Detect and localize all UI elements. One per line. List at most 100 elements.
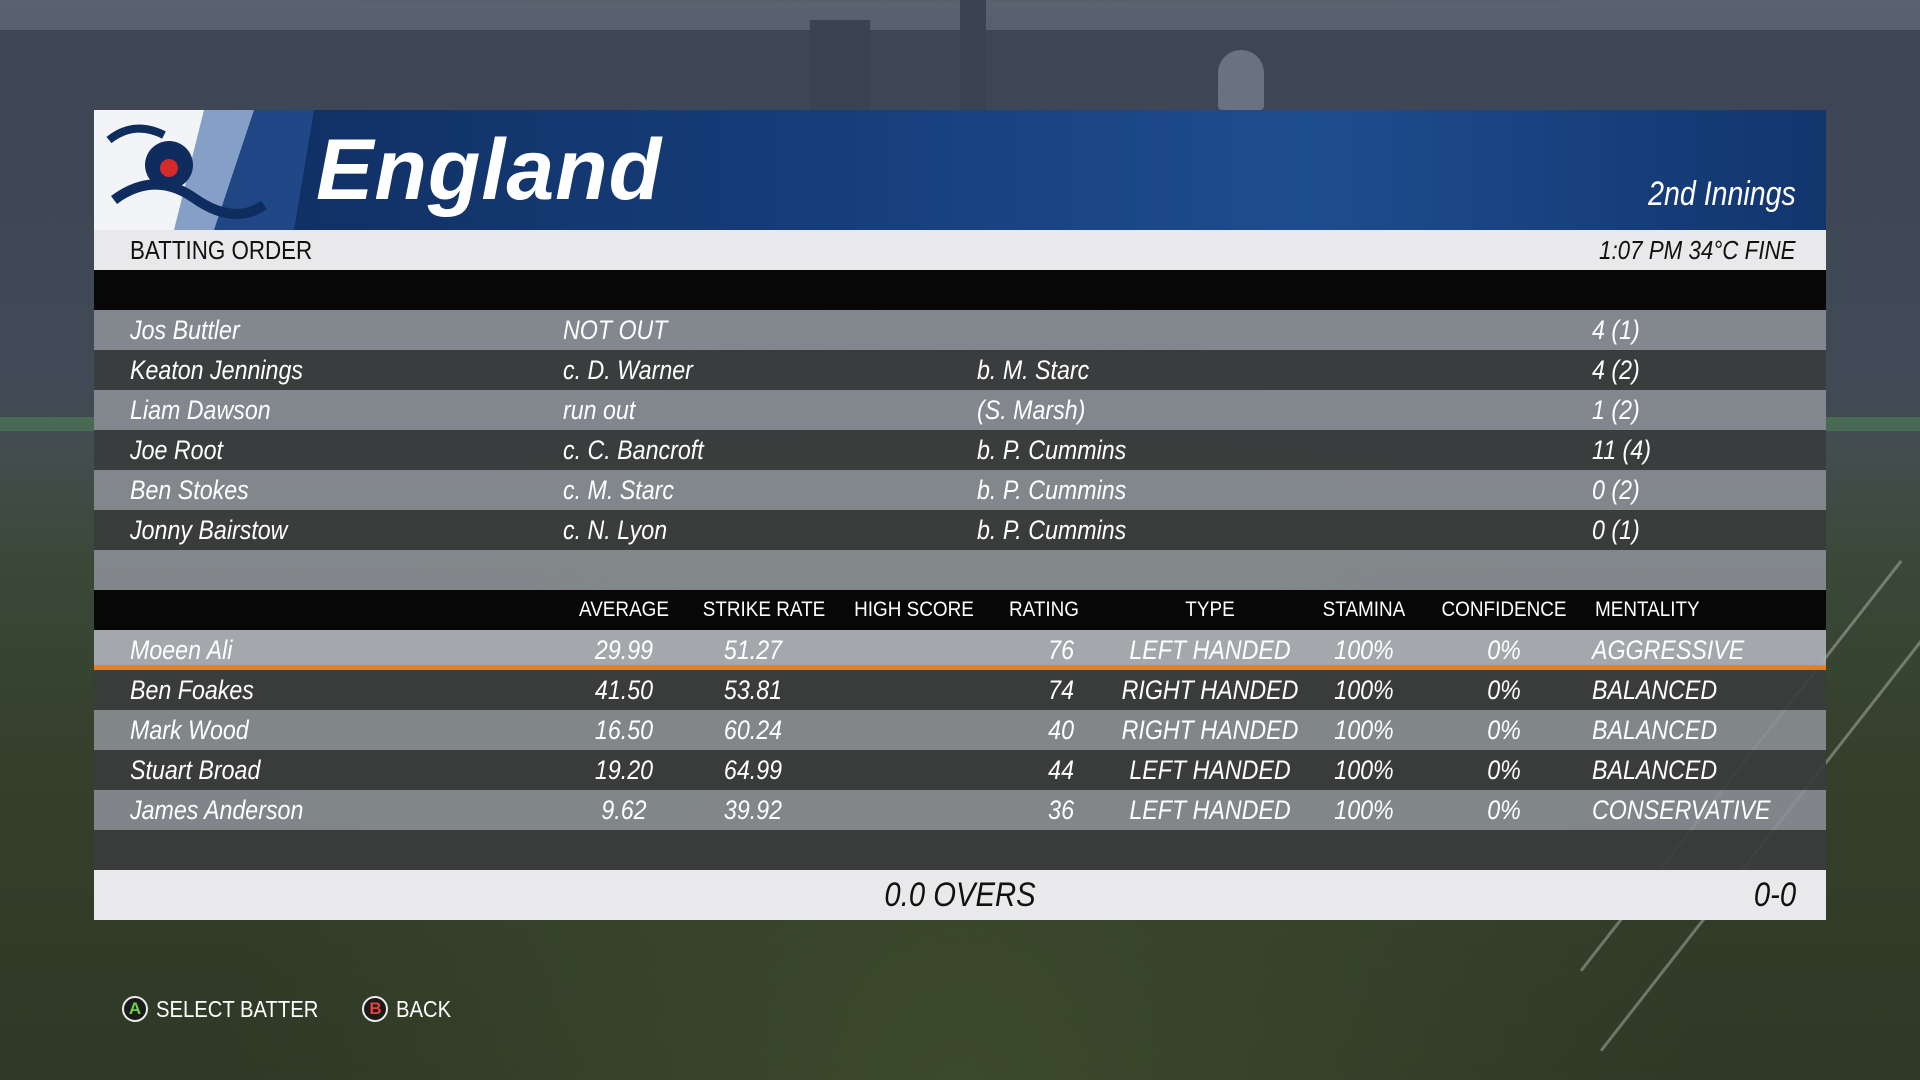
dismissal: NOT OUT	[563, 315, 668, 345]
dismissal: c. C. Bancroft	[563, 435, 704, 465]
background-tower	[960, 0, 986, 110]
batter-average: 9.62	[601, 795, 647, 825]
three-lions-crest-icon	[94, 110, 314, 230]
a-button-icon: A	[122, 996, 148, 1022]
team-header: England 2nd Innings	[94, 110, 1826, 230]
batter-mentality: AGGRESSIVE	[1592, 635, 1745, 665]
back-button[interactable]: B BACK	[362, 996, 459, 1023]
col-strike-rate: STRIKE RATE	[702, 598, 826, 621]
section-title: BATTING ORDER	[130, 235, 313, 265]
batted-row: Ben Stokes c. M. Starc b. P. Cummins 0 (…	[94, 470, 1826, 510]
dismissal: c. D. Warner	[563, 355, 693, 385]
col-average: AVERAGE	[579, 598, 669, 621]
batter-average: 19.20	[594, 755, 654, 785]
batter-score: 0 (1)	[1592, 515, 1640, 545]
batter-strike-rate: 39.92	[723, 795, 783, 825]
batter-stamina: 100%	[1334, 635, 1394, 665]
controller-prompts: A SELECT BATTER B BACK	[122, 992, 459, 1026]
batter-score: 0 (2)	[1592, 475, 1640, 505]
batter-score: 4 (2)	[1592, 355, 1640, 385]
batter-name: Jonny Bairstow	[130, 515, 288, 545]
bowler: b. P. Cummins	[977, 515, 1127, 545]
batted-row: Joe Root c. C. Bancroft b. P. Cummins 11…	[94, 430, 1826, 470]
batter-stamina: 100%	[1334, 715, 1394, 745]
batted-row: Jonny Bairstow c. N. Lyon b. P. Cummins …	[94, 510, 1826, 550]
team-score: 0-0	[1753, 876, 1796, 914]
batter-name: Jos Buttler	[130, 315, 240, 345]
batter-option-row[interactable]: Moeen Ali 29.99 51.27 76 LEFT HANDED 100…	[94, 630, 1826, 670]
bowler: (S. Marsh)	[977, 395, 1086, 425]
col-stamina: STAMINA	[1322, 598, 1406, 621]
batter-name: Stuart Broad	[130, 755, 261, 785]
select-batter-button[interactable]: A SELECT BATTER	[122, 996, 340, 1023]
batter-rating: 36	[1048, 795, 1074, 825]
dismissal: c. M. Starc	[563, 475, 674, 505]
spacer-bar	[94, 270, 1826, 310]
batter-name: Ben Stokes	[130, 475, 249, 505]
batter-mentality: BALANCED	[1592, 755, 1718, 785]
batter-rating: 44	[1048, 755, 1074, 785]
overs-display: 0.0 OVERS	[884, 876, 1036, 914]
batter-option-row[interactable]: Mark Wood 16.50 60.24 40 RIGHT HANDED 10…	[94, 710, 1826, 750]
batter-strike-rate: 53.81	[723, 675, 783, 705]
back-label: BACK	[396, 995, 452, 1022]
batter-name: Joe Root	[130, 435, 223, 465]
batter-stamina: 100%	[1334, 795, 1394, 825]
batter-stamina: 100%	[1334, 675, 1394, 705]
batted-row: Keaton Jennings c. D. Warner b. M. Starc…	[94, 350, 1826, 390]
b-button-icon: B	[362, 996, 389, 1022]
batter-type: RIGHT HANDED	[1121, 715, 1299, 745]
team-name: England	[316, 122, 663, 218]
col-high-score: HIGH SCORE	[854, 598, 974, 621]
stats-header-row: AVERAGE STRIKE RATE HIGH SCORE RATING TY…	[94, 590, 1826, 630]
batter-rating: 74	[1048, 675, 1074, 705]
col-rating: RATING	[1008, 598, 1080, 621]
batter-rating: 76	[1048, 635, 1074, 665]
batter-name: Moeen Ali	[130, 635, 233, 665]
batter-average: 29.99	[594, 635, 654, 665]
col-mentality: MENTALITY	[1595, 598, 1700, 621]
select-batter-label: SELECT BATTER	[156, 995, 319, 1022]
batter-confidence: 0%	[1487, 635, 1521, 665]
batting-order-panel: England 2nd Innings BATTING ORDER 1:07 P…	[94, 110, 1826, 920]
background-advert-banner	[1826, 417, 1920, 431]
match-conditions: 1:07 PM 34°C FINE	[1599, 235, 1796, 265]
bowler: b. P. Cummins	[977, 475, 1127, 505]
col-type: TYPE	[1185, 598, 1235, 621]
batter-confidence: 0%	[1487, 795, 1521, 825]
batter-name: Keaton Jennings	[130, 355, 303, 385]
batter-confidence: 0%	[1487, 755, 1521, 785]
innings-label: 2nd Innings	[1648, 175, 1796, 213]
batter-strike-rate: 64.99	[723, 755, 783, 785]
dismissal: c. N. Lyon	[563, 515, 668, 545]
empty-row	[94, 550, 1826, 590]
batter-option-row[interactable]: James Anderson 9.62 39.92 36 LEFT HANDED…	[94, 790, 1826, 830]
batted-row: Liam Dawson run out (S. Marsh) 1 (2)	[94, 390, 1826, 430]
batter-strike-rate: 51.27	[723, 635, 783, 665]
batter-rating: 40	[1048, 715, 1074, 745]
empty-row	[94, 830, 1826, 870]
background-advert-banner	[0, 417, 94, 431]
batted-row: Jos Buttler NOT OUT 4 (1)	[94, 310, 1826, 350]
batter-option-row[interactable]: Stuart Broad 19.20 64.99 44 LEFT HANDED …	[94, 750, 1826, 790]
batter-name: Liam Dawson	[130, 395, 271, 425]
batter-score: 11 (4)	[1592, 435, 1651, 465]
batter-name: Mark Wood	[130, 715, 249, 745]
batter-name: James Anderson	[130, 795, 304, 825]
batter-mentality: CONSERVATIVE	[1592, 795, 1771, 825]
info-bar: BATTING ORDER 1:07 PM 34°C FINE	[94, 230, 1826, 270]
batter-score: 1 (2)	[1592, 395, 1640, 425]
batter-strike-rate: 60.24	[723, 715, 783, 745]
batter-type: LEFT HANDED	[1129, 755, 1291, 785]
batter-stamina: 100%	[1334, 755, 1394, 785]
batter-average: 16.50	[594, 715, 654, 745]
batter-name: Ben Foakes	[130, 675, 254, 705]
batter-type: LEFT HANDED	[1129, 795, 1291, 825]
dismissal: run out	[563, 395, 636, 425]
batter-option-row[interactable]: Ben Foakes 41.50 53.81 74 RIGHT HANDED 1…	[94, 670, 1826, 710]
batter-type: LEFT HANDED	[1129, 635, 1291, 665]
col-confidence: CONFIDENCE	[1441, 598, 1567, 621]
background-dome	[1218, 50, 1264, 110]
score-summary-bar: 0.0 OVERS 0-0	[94, 870, 1826, 920]
batter-type: RIGHT HANDED	[1121, 675, 1299, 705]
